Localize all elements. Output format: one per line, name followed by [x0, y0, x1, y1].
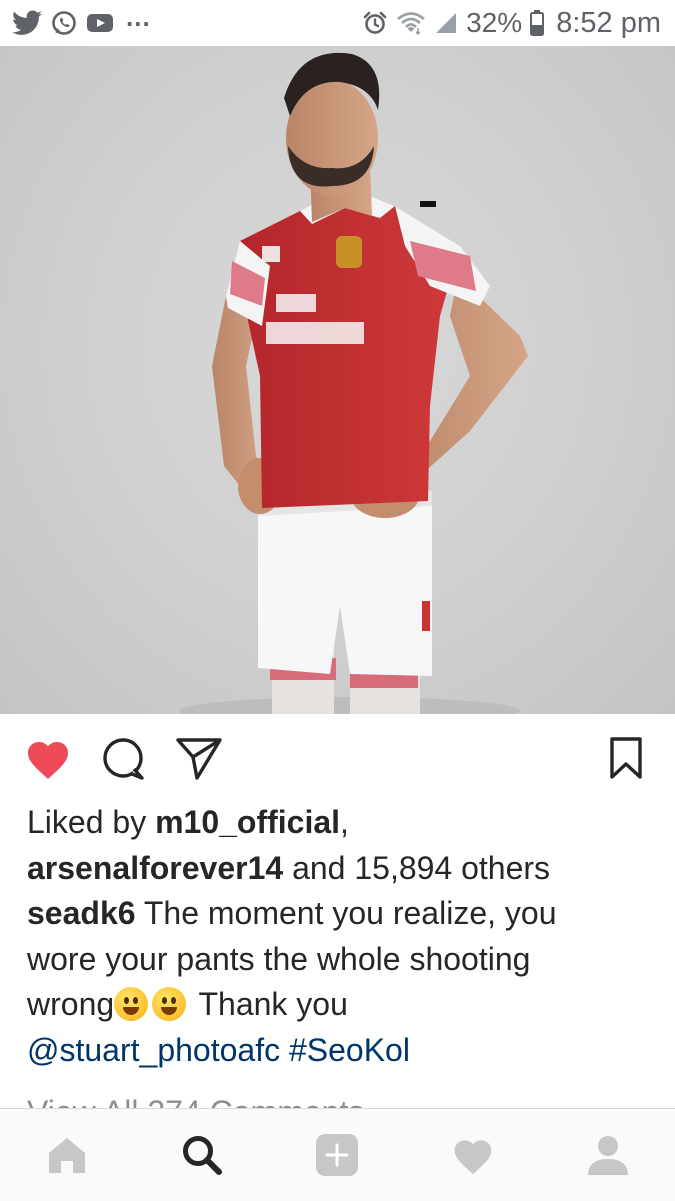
- caption-text-1: The moment you realize, you: [143, 895, 557, 931]
- caption-line-3: wrong Thank you: [27, 982, 657, 1028]
- twitter-icon: [12, 10, 42, 36]
- battery-percentage: 32%: [466, 7, 523, 38]
- status-bar: ... 32% 8:52 pm: [0, 0, 675, 46]
- liker-username-1[interactable]: m10_official: [155, 804, 340, 840]
- profile-icon[interactable]: [586, 1133, 630, 1177]
- likes-separator: ,: [340, 804, 349, 840]
- youtube-icon: [86, 12, 114, 34]
- caption-text-4: Thank you: [198, 986, 348, 1022]
- tongue-emoji-icon: [114, 987, 149, 1021]
- caption-username[interactable]: seadk6: [27, 895, 136, 931]
- bottom-navigation: [0, 1108, 675, 1201]
- like-heart-icon[interactable]: [24, 736, 72, 785]
- caption-line-1: seadk6 The moment you realize, you: [27, 891, 657, 937]
- caption-text-3: wrong: [27, 986, 115, 1022]
- home-icon[interactable]: [45, 1133, 89, 1177]
- cell-signal-icon: [434, 11, 458, 35]
- status-bar-notifications: ...: [12, 2, 151, 39]
- liker-username-2[interactable]: arsenalforever14: [27, 850, 283, 886]
- caption-line-2: wore your pants the whole shooting: [27, 937, 657, 983]
- likes-summary: Liked by m10_official,: [27, 800, 657, 846]
- likes-summary-continued: arsenalforever14 and 15,894 others: [27, 846, 657, 892]
- more-notifications-indicator: ...: [126, 1, 151, 32]
- caption-line-4: @stuart_photoafc #SeoKol: [27, 1028, 657, 1074]
- add-post-icon[interactable]: [315, 1133, 359, 1177]
- wifi-icon: [396, 10, 426, 36]
- view-all-comments-link[interactable]: View All 274 Comments: [27, 1090, 364, 1110]
- battery-icon: [530, 10, 545, 36]
- alarm-icon: [362, 10, 388, 36]
- whatsapp-icon: [50, 9, 78, 37]
- search-icon[interactable]: [180, 1133, 224, 1177]
- status-bar-system: 32% 8:52 pm: [362, 7, 661, 40]
- post-details: Liked by m10_official, arsenalforever14 …: [27, 800, 657, 1073]
- activity-icon[interactable]: [451, 1133, 495, 1177]
- likes-count-text[interactable]: and 15,894 others: [292, 850, 550, 886]
- share-icon[interactable]: [175, 736, 223, 787]
- post-photo[interactable]: [0, 46, 675, 714]
- likes-prefix: Liked by: [27, 804, 147, 840]
- player-illustration: [180, 52, 528, 714]
- hashtag-link[interactable]: #SeoKol: [289, 1032, 410, 1068]
- tongue-emoji-icon: [152, 987, 187, 1021]
- mention-link[interactable]: @stuart_photoafc: [27, 1032, 280, 1068]
- caption-text-2: wore your pants the whole shooting: [27, 940, 531, 977]
- post-actions: [0, 714, 675, 804]
- clock: 8:52 pm: [556, 6, 661, 39]
- comment-icon[interactable]: [101, 736, 147, 787]
- bookmark-icon[interactable]: [609, 736, 643, 785]
